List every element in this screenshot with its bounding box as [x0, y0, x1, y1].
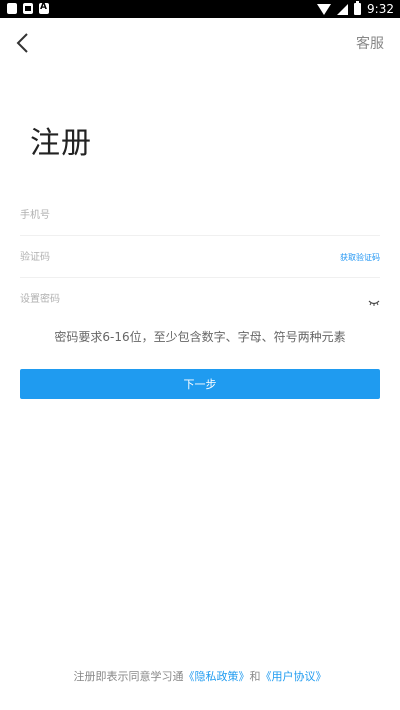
phone-field [20, 196, 380, 236]
battery-icon [354, 1, 362, 15]
eye-closed-icon [368, 300, 380, 306]
notification-icon [7, 3, 17, 14]
password-input[interactable] [20, 286, 320, 312]
status-bar: 9:32 [0, 0, 400, 18]
password-field [20, 280, 380, 320]
agreement-and: 和 [249, 670, 261, 683]
agreement-text: 注册即表示同意学习通《隐私政策》和《用户协议》 [0, 668, 400, 684]
notification-icons [7, 2, 49, 14]
password-hint: 密码要求6-16位，至少包含数字、字母、符号两种元素 [54, 330, 346, 344]
back-arrow-icon [16, 33, 28, 53]
next-button[interactable]: 下一步 [20, 369, 380, 399]
phone-input[interactable] [20, 202, 320, 228]
system-icons: 9:32 [317, 1, 394, 16]
wifi-icon [317, 3, 332, 15]
privacy-policy-link[interactable]: 《隐私政策》 [184, 670, 250, 683]
agreement-prefix: 注册即表示同意学习通 [73, 670, 184, 683]
customer-service-button[interactable]: 客服 [356, 33, 384, 53]
app-a-icon [39, 2, 49, 14]
status-time: 9:32 [367, 2, 394, 16]
password-visibility-toggle[interactable] [368, 293, 380, 306]
get-code-button[interactable]: 获取验证码 [340, 252, 380, 263]
mail-icon [23, 3, 33, 14]
verification-code-field: 获取验证码 [20, 238, 380, 278]
back-button[interactable] [12, 31, 36, 55]
user-agreement-link[interactable]: 《用户协议》 [261, 670, 327, 683]
page-title: 注册 [30, 126, 92, 161]
verification-code-input[interactable] [20, 244, 320, 270]
signal-icon [337, 3, 349, 15]
